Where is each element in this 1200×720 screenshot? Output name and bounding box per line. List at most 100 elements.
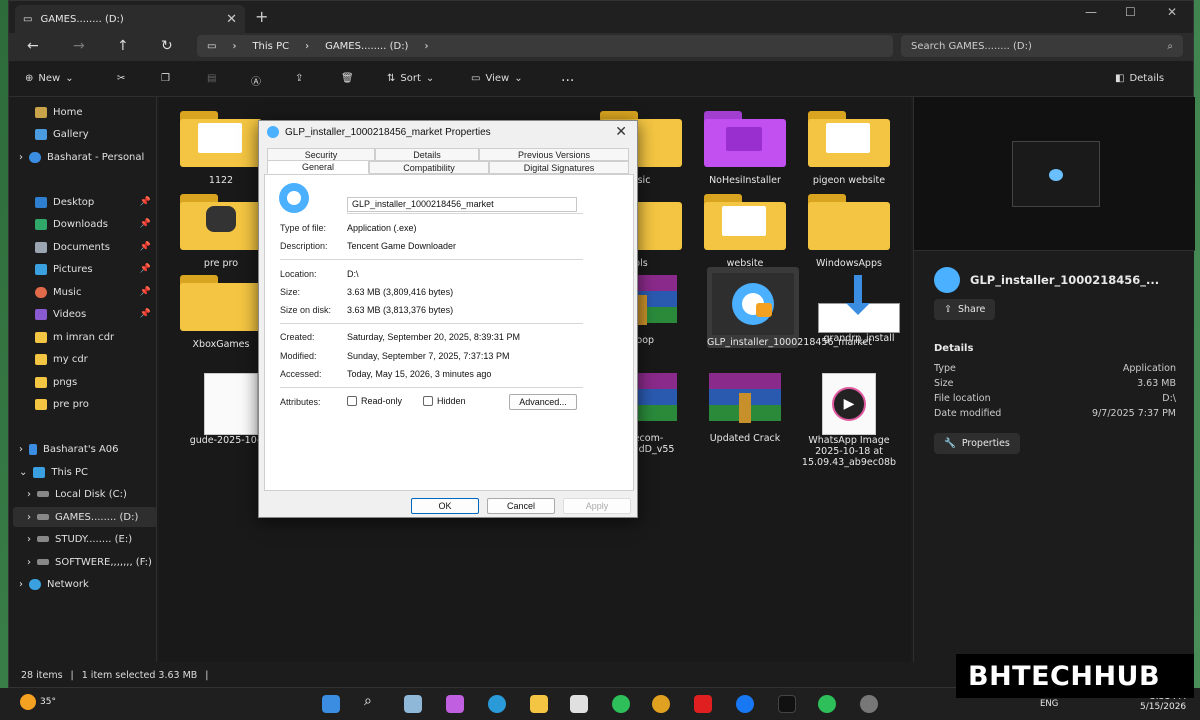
close-tab-icon[interactable]: ✕ [226, 12, 237, 27]
sidebar-item-my-cdr[interactable]: my cdr [35, 349, 169, 369]
sidebar-item-pictures[interactable]: Pictures 📌 [35, 259, 155, 279]
tiktok-icon[interactable] [778, 695, 796, 713]
whatsapp-icon[interactable] [612, 695, 630, 713]
dialog-close-icon[interactable]: ✕ [615, 123, 627, 140]
sidebar-item-network[interactable]: › Network [19, 574, 153, 594]
sort-button[interactable]: ⇅ Sort ⌄ [387, 73, 434, 84]
sidebar-item-onedrive[interactable]: › Basharat - Personal [19, 147, 153, 167]
ok-button[interactable]: OK [411, 498, 479, 514]
view-button-label: View [485, 73, 510, 84]
sidebar-item-desktop[interactable]: Desktop 📌 [35, 192, 155, 212]
close-window-icon[interactable]: ✕ [1167, 5, 1177, 19]
sidebar-item-music[interactable]: Music 📌 [35, 282, 155, 302]
drive-icon [37, 491, 49, 497]
copilot-icon[interactable] [446, 695, 464, 713]
rename-icon[interactable]: Ⓐ [251, 73, 261, 88]
file-item-selected[interactable]: GLP_installer_1000218456_market [707, 267, 872, 348]
store-icon[interactable] [570, 695, 588, 713]
properties-button[interactable]: 🔧 Properties [934, 433, 1020, 454]
apply-button[interactable]: Apply [563, 498, 631, 514]
advanced-button[interactable]: Advanced... [509, 394, 577, 410]
new-button[interactable]: ⊕ New ⌄ [25, 73, 74, 84]
file-item[interactable]: grandrp_install [811, 275, 907, 344]
file-item[interactable]: WindowsApps [801, 194, 897, 269]
forward-icon[interactable]: → [73, 38, 85, 54]
maximize-icon[interactable]: ☐ [1125, 5, 1136, 19]
chrome-icon[interactable] [652, 695, 670, 713]
sidebar-item-videos[interactable]: Videos 📌 [35, 304, 155, 324]
sort-button-label: Sort [400, 73, 421, 84]
share-button[interactable]: ⇪ Share [934, 299, 996, 320]
sidebar-item-pngs[interactable]: pngs [35, 372, 169, 392]
tab-compatibility[interactable]: Compatibility [369, 161, 489, 174]
search-input[interactable]: Search GAMES........ (D:) ⌕ [901, 35, 1183, 57]
file-item[interactable]: Updated Crack [697, 373, 793, 444]
refresh-icon[interactable]: ↻ [161, 38, 173, 54]
file-item[interactable]: XboxGames [173, 275, 269, 350]
hidden-checkbox[interactable]: Hidden [423, 396, 466, 406]
breadcrumb-this-pc[interactable]: This PC [252, 41, 289, 52]
checkbox-box[interactable] [347, 396, 357, 406]
details-key: Type [934, 363, 956, 374]
file-item[interactable]: website [697, 194, 793, 269]
start-icon[interactable] [322, 695, 340, 713]
paste-icon[interactable]: ▤ [207, 73, 216, 84]
sidebar-item-phone[interactable]: › Basharat's A06 [19, 439, 153, 459]
tab-previous-versions[interactable]: Previous Versions [479, 148, 629, 161]
file-explorer-icon[interactable] [530, 695, 548, 713]
address-bar[interactable]: ▭ › This PC › GAMES........ (D:) › [197, 35, 893, 57]
search-icon[interactable]: ⌕ [364, 693, 382, 711]
file-item[interactable]: ▶ WhatsApp Image 2025-10-18 at 15.09.43_a… [801, 373, 897, 468]
copy-icon[interactable]: ❐ [161, 73, 170, 84]
sidebar-item-home[interactable]: Home [35, 102, 169, 122]
tab-details[interactable]: Details [375, 148, 479, 161]
cancel-button[interactable]: Cancel [487, 498, 555, 514]
up-icon[interactable]: ↑ [117, 38, 129, 54]
selection-info: 1 item selected 3.63 MB [81, 669, 198, 681]
share-icon[interactable]: ⇪ [295, 73, 303, 84]
attributes-label: Attributes: [280, 397, 321, 407]
sidebar-item-pre-pro[interactable]: pre pro [35, 394, 169, 414]
tab-digital-signatures[interactable]: Digital Signatures [489, 161, 629, 174]
details-button[interactable]: ◧ Details [1115, 73, 1164, 84]
checkbox-box[interactable] [423, 396, 433, 406]
task-view-icon[interactable] [404, 695, 422, 713]
plus-circle-icon: ⊕ [25, 73, 34, 84]
file-name-field[interactable]: GLP_installer_1000218456_market [347, 197, 577, 212]
sidebar-item-downloads[interactable]: Downloads 📌 [35, 214, 155, 234]
sidebar-item-local-disk-c[interactable]: › Local Disk (C:) [27, 484, 161, 504]
readonly-checkbox[interactable]: Read-only [347, 396, 402, 406]
details-value: D:\ [1162, 393, 1176, 404]
sidebar-item-games-d[interactable]: › GAMES........ (D:) [13, 507, 157, 527]
chrome-profile-icon[interactable] [818, 695, 836, 713]
weather-widget[interactable]: 35° [20, 694, 56, 710]
app-icon[interactable] [860, 695, 878, 713]
youtube-icon[interactable] [694, 695, 712, 713]
edge-icon[interactable] [488, 695, 506, 713]
file-item[interactable]: NoHesiInstaller [697, 111, 793, 186]
tab-general[interactable]: General [267, 160, 369, 174]
minimize-icon[interactable]: — [1085, 5, 1097, 19]
back-icon[interactable]: ← [27, 38, 39, 54]
delete-icon[interactable]: 🗑 [341, 73, 354, 84]
sidebar-item-softwere-f[interactable]: › SOFTWERE,,,,,,, (F:) [27, 552, 161, 572]
facebook-icon[interactable] [736, 695, 754, 713]
file-item[interactable]: pigeon website [801, 111, 897, 186]
file-item[interactable]: 1122 [173, 111, 269, 186]
sidebar-item-study-e[interactable]: › STUDY........ (E:) [27, 529, 161, 549]
language-indicator[interactable]: ENG [1040, 699, 1058, 709]
new-tab-icon[interactable]: + [255, 7, 268, 26]
folder-icon [35, 353, 47, 365]
breadcrumb-games-drive[interactable]: GAMES........ (D:) [325, 41, 408, 52]
sidebar-item-m-imran-cdr[interactable]: m imran cdr [35, 327, 169, 347]
sidebar-item-documents[interactable]: Documents 📌 [35, 237, 155, 257]
chevron-right-icon: › [232, 40, 237, 52]
sidebar-item-this-pc[interactable]: ⌄ This PC [19, 462, 153, 482]
view-button[interactable]: ▭ View ⌄ [471, 73, 523, 84]
cut-icon[interactable]: ✂ [117, 73, 125, 84]
explorer-tab[interactable]: ▭ GAMES........ (D:) ✕ [15, 5, 245, 33]
sidebar-item-gallery[interactable]: Gallery [35, 124, 169, 144]
file-item[interactable]: pre pro [173, 194, 269, 269]
more-options-icon[interactable]: ... [561, 69, 574, 85]
chevron-right-icon: › [19, 443, 23, 455]
